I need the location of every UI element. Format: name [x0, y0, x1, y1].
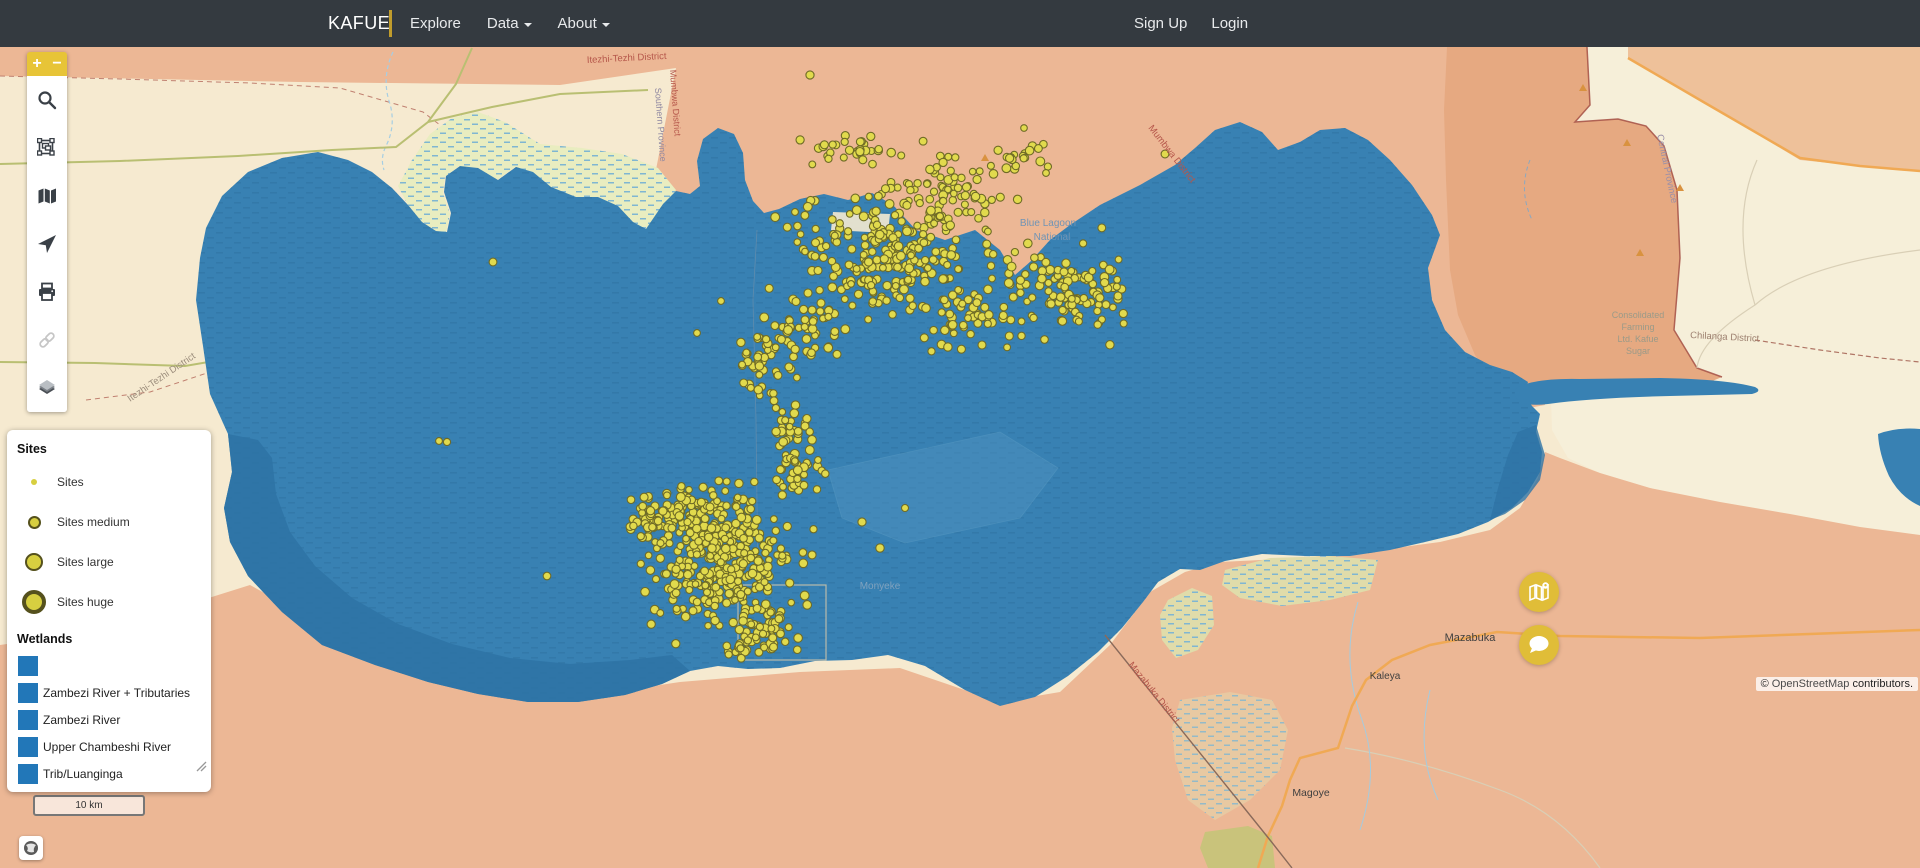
nav-link-label: About — [558, 15, 597, 32]
resize-handle[interactable] — [196, 761, 207, 772]
legend-wetland-label: Zambezi River + Tributaries — [43, 686, 190, 700]
chevron-down-icon — [524, 23, 532, 27]
map-pin-icon — [1527, 580, 1551, 604]
zoom-in-button[interactable]: + — [27, 52, 47, 76]
chat-bubble-icon — [1526, 632, 1552, 658]
svg-text:Mazabuka: Mazabuka — [1445, 632, 1497, 644]
chevron-down-icon — [602, 23, 610, 27]
link-icon — [37, 330, 57, 350]
navbar: KAFUE Explore Data About Sign Up Login — [0, 0, 1920, 47]
legend-wetland-item[interactable]: Zambezi River + Tributaries — [17, 679, 201, 706]
nav-link-label: Data — [487, 15, 519, 32]
svg-text:Monyeke: Monyeke — [860, 581, 901, 592]
wetland-swatch — [18, 710, 38, 730]
box-select-button[interactable] — [27, 124, 67, 172]
site-size-swatch — [25, 553, 43, 571]
nav-link-label: Login — [1211, 15, 1248, 32]
print-button[interactable] — [27, 268, 67, 316]
legend-panel[interactable]: Sites Sites Sites medium Sites large Sites … — [7, 430, 211, 792]
layers-button[interactable] — [27, 364, 67, 412]
wetland-swatch — [18, 764, 38, 784]
scale-bar: 10 km — [33, 795, 145, 816]
svg-text:National: National — [1034, 232, 1071, 243]
svg-text:Kaleya: Kaleya — [1370, 671, 1401, 682]
nav-link-login[interactable]: Login — [1211, 15, 1248, 32]
nav-link-explore[interactable]: Explore — [410, 15, 461, 32]
feedback-chat-fab[interactable] — [1519, 625, 1559, 665]
legend-sites-list: Sites Sites medium Sites large Sites huge — [17, 462, 201, 622]
map-toolbar: + − — [27, 52, 67, 412]
share-link-button[interactable] — [27, 316, 67, 364]
nav-right-links: Sign Up Login — [1134, 0, 1248, 47]
scale-label: 10 km — [75, 800, 102, 811]
legend-sites-title: Sites — [17, 442, 201, 456]
svg-text:Farming: Farming — [1621, 322, 1654, 332]
site-size-swatch — [31, 479, 37, 485]
wetland-swatch — [18, 737, 38, 757]
brand-separator — [389, 10, 392, 37]
site-size-swatch — [22, 590, 46, 614]
site-size-swatch — [28, 516, 41, 529]
map-canvas[interactable]: Itezhi-Tezhi DistrictMumbwa DistrictSout… — [0, 47, 1920, 868]
legend-content: Sites Sites Sites medium Sites large Sites … — [7, 430, 211, 776]
legend-site-label: Sites large — [57, 555, 114, 569]
legend-wetland-label: Upper Chambeshi River — [43, 740, 171, 754]
svg-text:Sugar: Sugar — [1626, 346, 1650, 356]
legend-site-item[interactable]: Sites medium — [17, 502, 201, 542]
nav-link-data-dropdown[interactable]: Data — [487, 15, 532, 32]
wetland-swatch — [18, 683, 38, 703]
legend-site-label: Sites medium — [57, 515, 130, 529]
copyright-symbol: © — [1761, 678, 1769, 690]
wetland-swatch — [18, 656, 38, 676]
print-icon — [37, 282, 57, 302]
basemap-switcher-fab[interactable] — [1519, 572, 1559, 612]
svg-text:Ltd. Kafue: Ltd. Kafue — [1617, 334, 1658, 344]
attribution-toggle-button[interactable] — [19, 836, 43, 860]
legend-site-label: Sites — [57, 475, 84, 489]
svg-text:Blue Lagoon: Blue Lagoon — [1020, 218, 1076, 229]
nav-links: Explore Data About — [410, 0, 610, 47]
globe-icon — [23, 840, 39, 856]
nav-link-about-dropdown[interactable]: About — [558, 15, 610, 32]
layers-icon — [36, 377, 58, 399]
nav-link-label: Explore — [410, 15, 461, 32]
box-select-icon — [37, 138, 57, 158]
legend-site-item[interactable]: Sites huge — [17, 582, 201, 622]
legend-wetland-item[interactable] — [17, 652, 201, 679]
legend-wetland-item[interactable]: Zambezi River — [17, 706, 201, 733]
tool-buttons — [27, 76, 67, 412]
legend-wetland-item[interactable]: Trib/Luanginga — [17, 760, 201, 787]
legend-wetland-label: Zambezi River — [43, 713, 120, 727]
brand-logo[interactable]: KAFUE — [328, 0, 390, 47]
osm-link[interactable]: OpenStreetMap — [1772, 678, 1850, 690]
zoom-out-button[interactable]: − — [47, 52, 67, 76]
svg-text:Magoye: Magoye — [1292, 787, 1330, 799]
attribution-suffix: contributors. — [1852, 678, 1913, 690]
legend-site-label: Sites huge — [57, 595, 114, 609]
legend-wetlands-list: Zambezi River + Tributaries Zambezi River… — [17, 652, 201, 787]
map-icon — [37, 186, 57, 206]
app-root: Itezhi-Tezhi DistrictMumbwa DistrictSout… — [0, 0, 1920, 868]
zoom-controls: + − — [27, 52, 67, 76]
nav-link-signup[interactable]: Sign Up — [1134, 15, 1187, 32]
legend-wetland-item[interactable]: Upper Chambeshi River — [17, 733, 201, 760]
map-attribution: © OpenStreetMap contributors. — [1756, 677, 1918, 691]
nav-link-label: Sign Up — [1134, 15, 1187, 32]
legend-wetlands-title: Wetlands — [17, 632, 201, 646]
basemap-button[interactable] — [27, 172, 67, 220]
location-arrow-icon — [37, 234, 57, 254]
legend-site-item[interactable]: Sites — [17, 462, 201, 502]
legend-wetland-label: Trib/Luanginga — [43, 767, 123, 781]
search-icon — [37, 90, 57, 110]
search-button[interactable] — [27, 76, 67, 124]
svg-text:Consolidated: Consolidated — [1612, 310, 1665, 320]
legend-site-item[interactable]: Sites large — [17, 542, 201, 582]
locate-button[interactable] — [27, 220, 67, 268]
